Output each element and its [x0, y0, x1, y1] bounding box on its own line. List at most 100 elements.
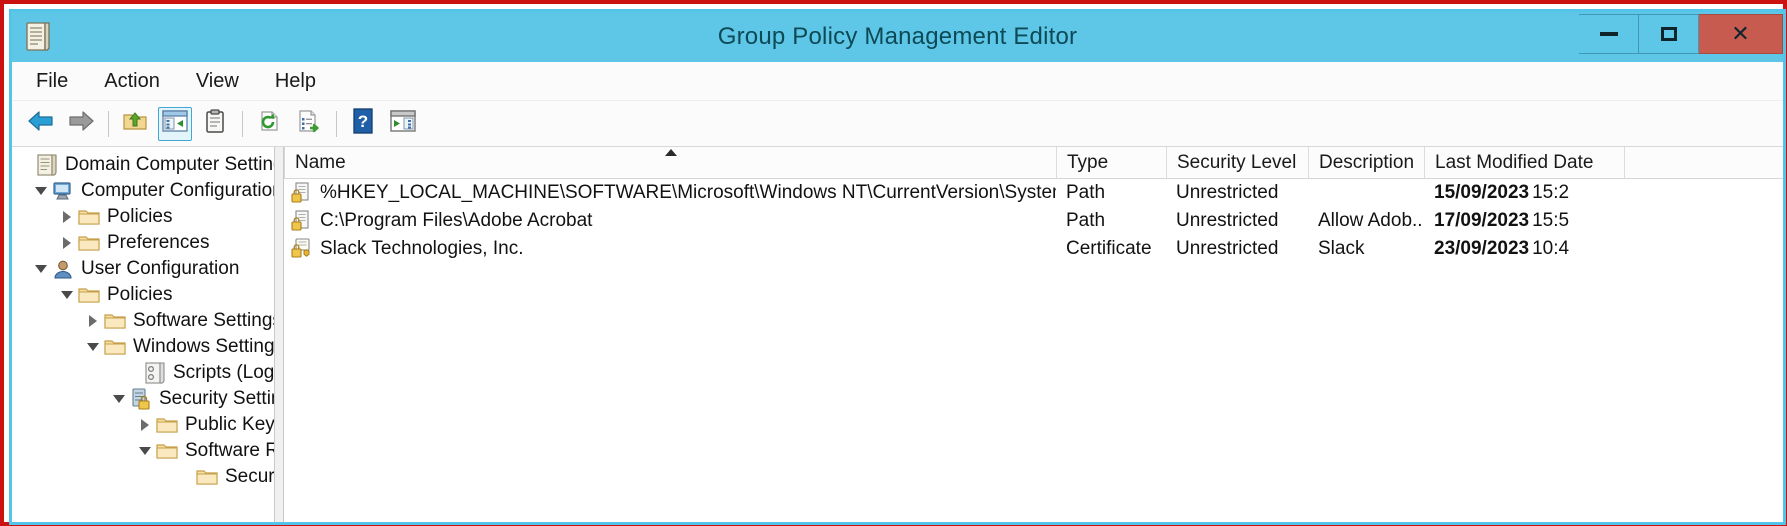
tree-item-software-restriction-policies[interactable]: Software Restriction Policies — [12, 438, 274, 464]
column-header-type[interactable]: Type — [1057, 147, 1167, 178]
tree-item-security-settings[interactable]: Security Settings — [12, 386, 274, 412]
up-one-level-button[interactable] — [118, 107, 152, 141]
close-button[interactable]: ✕ — [1699, 14, 1783, 54]
date-value: 23/09/2023 — [1434, 238, 1530, 259]
cell-description: Slack — [1318, 238, 1365, 259]
table-row[interactable]: C:\Program Files\Adobe Acrobat Path Unre… — [284, 207, 1783, 235]
tree-twisty-expanded[interactable] — [34, 256, 48, 282]
certificate-rule-icon — [290, 238, 314, 260]
column-header-description[interactable]: Description — [1309, 147, 1425, 178]
show-hide-action-pane-button[interactable] — [386, 107, 420, 141]
column-header-last-modified-date[interactable]: Last Modified Date — [1425, 147, 1625, 178]
menu-item-view[interactable]: View — [196, 70, 239, 93]
refresh-button[interactable] — [252, 107, 286, 141]
menu-item-help[interactable]: Help — [275, 70, 316, 93]
tree-twisty-expanded[interactable] — [60, 282, 74, 308]
tree-item-label: Software Restriction Policies — [185, 440, 274, 461]
pane-splitter[interactable] — [274, 147, 284, 522]
cell-type: Path — [1066, 210, 1106, 231]
tree-item-computer-preferences[interactable]: Preferences — [12, 230, 274, 256]
console-tree-pane[interactable]: Domain Computer Settings Computer Config… — [12, 147, 274, 522]
tree-item-software-settings[interactable]: Software Settings — [12, 308, 274, 334]
window-controls: ✕ — [1579, 14, 1783, 58]
tree-item-security-levels[interactable]: Security Levels — [12, 464, 274, 490]
minimize-button[interactable] — [1579, 14, 1639, 54]
cell-type: Certificate — [1066, 238, 1152, 259]
folder-icon — [78, 284, 100, 306]
maximize-button[interactable] — [1639, 14, 1699, 54]
tree-item-scripts-logon-logoff[interactable]: Scripts (Logon/Logoff) — [12, 360, 274, 386]
cell-text: Slack Technologies, Inc. — [320, 238, 524, 259]
tree-item-label: Policies — [107, 206, 173, 227]
tree-item-public-key-policies[interactable]: Public Key Policies — [12, 412, 274, 438]
tree-item-user-configuration[interactable]: User Configuration — [12, 256, 274, 282]
tree-item-computer-policies[interactable]: Policies — [12, 204, 274, 230]
menu-item-action[interactable]: Action — [104, 70, 160, 93]
table-row[interactable]: Slack Technologies, Inc. Certificate Unr… — [284, 235, 1783, 263]
tree-item-label: Computer Configuration — [81, 180, 274, 201]
tree-twisty-expanded[interactable] — [34, 178, 48, 204]
menu-item-file[interactable]: File — [36, 70, 68, 93]
export-list-button[interactable] — [292, 107, 326, 141]
refresh-icon — [257, 109, 281, 138]
cell-text: %HKEY_LOCAL_MACHINE\SOFTWARE\Microsoft\W… — [320, 182, 1056, 203]
cell-last-modified-date: 17/09/2023 15:5 — [1424, 210, 1624, 232]
scripts-icon — [144, 362, 166, 384]
tree-twisty-none — [18, 152, 32, 178]
path-rule-icon — [290, 182, 314, 204]
folder-icon — [156, 414, 178, 436]
tree-item-label: Security Settings — [159, 388, 274, 409]
tree-item-domain-computer-settings[interactable]: Domain Computer Settings — [12, 152, 274, 178]
help-button[interactable]: ? — [346, 107, 380, 141]
list-body: %HKEY_LOCAL_MACHINE\SOFTWARE\Microsoft\W… — [284, 179, 1783, 263]
tree-item-computer-configuration[interactable]: Computer Configuration — [12, 178, 274, 204]
properties-button[interactable] — [198, 107, 232, 141]
security-settings-icon — [130, 388, 152, 410]
cell-security-level: Unrestricted — [1176, 182, 1279, 203]
time-value: 15:2 — [1532, 182, 1570, 203]
forward-button[interactable] — [64, 107, 98, 141]
tree-twisty-collapsed[interactable] — [60, 204, 74, 230]
tree-twisty-collapsed[interactable] — [86, 308, 100, 334]
export-list-icon — [297, 109, 321, 138]
show-action-pane-icon — [390, 110, 416, 137]
minimize-icon — [1599, 32, 1618, 36]
show-hide-console-tree-icon — [162, 110, 188, 137]
show-hide-console-tree-button[interactable] — [158, 106, 192, 141]
close-icon: ✕ — [1731, 21, 1750, 46]
folder-icon — [196, 466, 218, 488]
policy-document-icon — [36, 154, 58, 176]
cell-last-modified-date: 23/09/2023 10:4 — [1424, 238, 1624, 260]
tree-twisty-collapsed[interactable] — [138, 412, 152, 438]
svg-text:?: ? — [358, 112, 368, 131]
tree-item-user-policies[interactable]: Policies — [12, 282, 274, 308]
title-bar: Group Policy Management Editor ✕ — [12, 12, 1783, 62]
tree-item-label: Preferences — [107, 232, 210, 253]
tree-twisty-expanded[interactable] — [86, 334, 100, 360]
tree-item-label: Security Levels — [225, 466, 274, 487]
rules-list-pane[interactable]: Name Type Security Level Description Las… — [284, 147, 1783, 522]
toolbar: ? — [12, 101, 1783, 147]
tree-twisty-none — [126, 360, 140, 386]
toolbar-separator — [108, 110, 109, 137]
back-button[interactable] — [24, 107, 58, 141]
tree-item-windows-settings[interactable]: Windows Settings — [12, 334, 274, 360]
cell-description: Allow Adob... — [1318, 210, 1424, 231]
tree-twisty-collapsed[interactable] — [60, 230, 74, 256]
list-header: Name Type Security Level Description Las… — [284, 147, 1783, 179]
date-value: 15/09/2023 — [1434, 182, 1530, 203]
folder-icon — [104, 310, 126, 332]
cell-security-level: Unrestricted — [1176, 210, 1279, 231]
computer-icon — [52, 180, 74, 202]
window-title: Group Policy Management Editor — [717, 23, 1078, 50]
column-header-security-level[interactable]: Security Level — [1167, 147, 1309, 178]
cell-name: Slack Technologies, Inc. — [284, 238, 1056, 260]
tree-twisty-none — [178, 464, 192, 490]
tree-twisty-expanded[interactable] — [138, 438, 152, 464]
column-header-name[interactable]: Name — [285, 147, 1057, 178]
tree-twisty-expanded[interactable] — [112, 386, 126, 412]
policy-document-icon — [25, 22, 51, 52]
table-row[interactable]: %HKEY_LOCAL_MACHINE\SOFTWARE\Microsoft\W… — [284, 179, 1783, 207]
folder-icon — [78, 206, 100, 228]
cell-text: C:\Program Files\Adobe Acrobat — [320, 210, 593, 231]
